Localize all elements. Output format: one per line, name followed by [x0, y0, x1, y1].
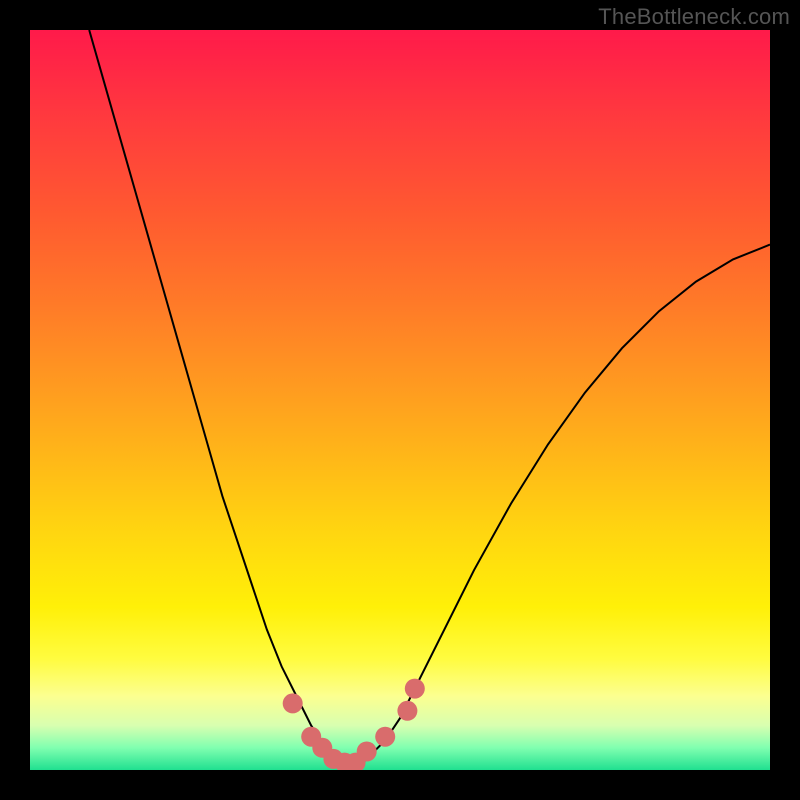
curve-marker: [375, 727, 395, 747]
watermark-text: TheBottleneck.com: [598, 4, 790, 30]
curve-marker: [405, 679, 425, 699]
chart-svg: [30, 30, 770, 770]
curve-marker: [357, 742, 377, 762]
curve-marker: [283, 693, 303, 713]
curve-marker: [397, 701, 417, 721]
bottleneck-curve-line: [89, 30, 770, 766]
chart-plot-area: [30, 30, 770, 770]
curve-markers: [283, 679, 425, 770]
